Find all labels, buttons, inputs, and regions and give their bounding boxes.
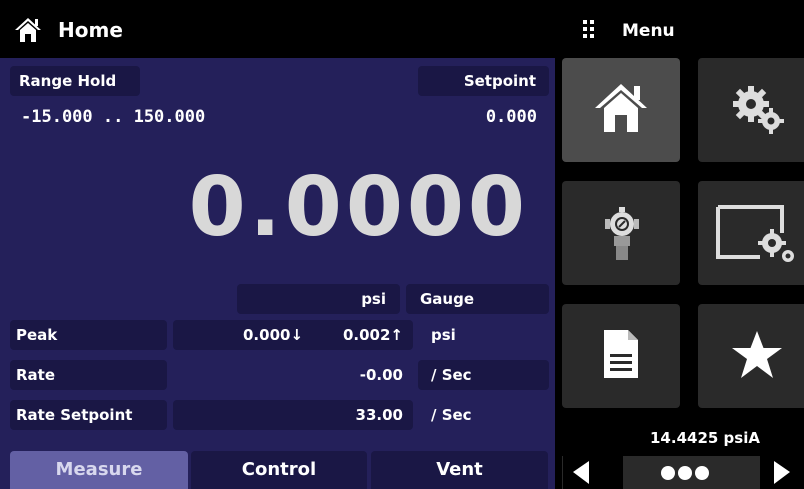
document-icon bbox=[604, 330, 638, 378]
home-tile[interactable] bbox=[562, 58, 680, 162]
controller-tile[interactable] bbox=[562, 181, 680, 285]
setpoint-button[interactable]: Setpoint bbox=[418, 66, 549, 96]
range-value: -15.000 .. 150.000 bbox=[21, 107, 206, 127]
rate-value-cell: -0.00 bbox=[173, 360, 413, 390]
pressure-reading: 0.0000 bbox=[188, 160, 529, 255]
peak-unit: psi bbox=[431, 326, 456, 344]
home-icon bbox=[595, 84, 647, 132]
measurement-panel: Range Hold Setpoint -15.000 .. 150.000 0… bbox=[0, 58, 555, 489]
mode-selector[interactable]: Gauge bbox=[406, 284, 549, 314]
tab-measure[interactable]: Measure bbox=[10, 451, 188, 489]
tab-vent[interactable]: Vent bbox=[371, 451, 548, 489]
star-icon bbox=[732, 331, 782, 378]
display-settings-icon bbox=[716, 205, 794, 262]
range-hold-button[interactable]: Range Hold bbox=[10, 66, 140, 96]
display-settings-tile[interactable] bbox=[698, 181, 804, 285]
page-right-icon[interactable] bbox=[760, 456, 804, 489]
favorites-tile[interactable] bbox=[698, 304, 804, 408]
grip-dots-icon[interactable] bbox=[583, 20, 595, 38]
rate-value: -0.00 bbox=[359, 366, 403, 384]
peak-min-value: 0.000↓ bbox=[243, 326, 304, 344]
peak-label[interactable]: Peak bbox=[10, 320, 167, 350]
rate-label[interactable]: Rate bbox=[10, 360, 167, 390]
rate-setpoint-value-cell[interactable]: 33.00 bbox=[173, 400, 413, 430]
bottom-tabs: Measure Control Vent bbox=[0, 451, 555, 489]
documents-tile[interactable] bbox=[562, 304, 680, 408]
page-dots-icon bbox=[661, 466, 709, 480]
tab-control[interactable]: Control bbox=[191, 451, 367, 489]
peak-values[interactable]: 0.000↓ 0.002↑ bbox=[173, 320, 413, 350]
page-left-icon[interactable] bbox=[563, 456, 623, 489]
settings-tile[interactable] bbox=[698, 58, 804, 162]
page-title: Home bbox=[58, 18, 123, 42]
rate-setpoint-value: 33.00 bbox=[355, 406, 403, 424]
rate-setpoint-label[interactable]: Rate Setpoint bbox=[10, 400, 167, 430]
setpoint-value[interactable]: 0.000 bbox=[486, 107, 537, 127]
rate-setpoint-unit: / Sec bbox=[431, 406, 472, 424]
settings-gears-icon bbox=[733, 86, 784, 134]
peak-max-value: 0.002↑ bbox=[342, 326, 403, 344]
barometer-reading: 14.4425 psiA bbox=[650, 429, 760, 447]
menu-title: Menu bbox=[622, 21, 675, 41]
home-icon[interactable] bbox=[14, 17, 42, 43]
unit-selector[interactable]: psi bbox=[237, 284, 400, 314]
controller-icon bbox=[605, 207, 639, 260]
rate-unit[interactable]: / Sec bbox=[418, 360, 549, 390]
